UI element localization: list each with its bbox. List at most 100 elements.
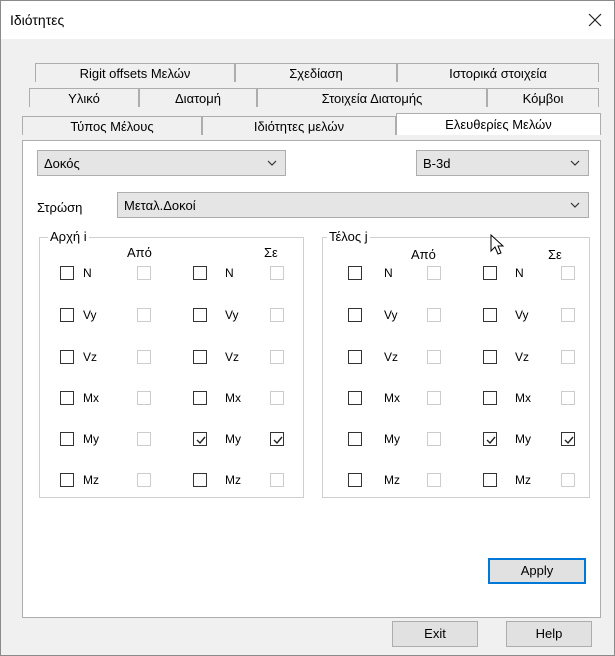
start-from-my-alt-checkbox (137, 432, 151, 446)
end-from-mx-alt-checkbox (427, 391, 441, 405)
end-from-my-label: My (384, 432, 400, 446)
end-to-vz-checkbox[interactable] (483, 350, 497, 364)
start-from-my-label: My (83, 432, 99, 446)
start-group-title: Αρχή i (48, 229, 89, 244)
tab-row-2: Υλικό Διατομή Στοιχεία Διατομής Κόμβοι (29, 88, 599, 107)
end-to-vz-alt-checkbox (561, 350, 575, 364)
layer-select[interactable]: Μεταλ.Δοκοί (117, 192, 589, 218)
title-bar: Ιδιότητες (1, 1, 614, 39)
start-to-my-checkbox[interactable] (193, 432, 207, 446)
end-from-n-alt-checkbox (427, 266, 441, 280)
start-from-mx-checkbox[interactable] (60, 391, 74, 405)
apply-button[interactable]: Apply (488, 558, 586, 584)
start-to-vy-alt-checkbox (270, 308, 284, 322)
start-from-vz-label: Vz (83, 350, 98, 364)
end-to-vy-checkbox[interactable] (483, 308, 497, 322)
end-from-vy-checkbox[interactable] (348, 308, 362, 322)
tab-nodes[interactable]: Κόμβοι (487, 88, 599, 107)
end-to-label: Σε (548, 247, 562, 262)
start-to-n-alt-checkbox (270, 266, 284, 280)
end-from-mz-checkbox[interactable] (348, 473, 362, 487)
end-to-my-label: My (515, 432, 531, 446)
properties-dialog: Ιδιότητες Rigit offsets Μελών Σχεδίαση Ι… (0, 0, 615, 656)
end-to-n-checkbox[interactable] (483, 266, 497, 280)
start-to-n-label: N (225, 266, 234, 280)
tab-section-data[interactable]: Στοιχεία Διατομής (257, 88, 487, 107)
end-from-my-alt-checkbox (427, 432, 441, 446)
end-to-my-checkbox[interactable] (483, 432, 497, 446)
end-from-vz-label: Vz (384, 350, 399, 364)
end-to-n-label: N (515, 266, 524, 280)
end-from-mz-label: Mz (384, 473, 400, 487)
start-from-vy-label: Vy (83, 308, 97, 322)
releases-panel: Δοκός B-3d Στρώση Μεταλ.Δοκοί Αρχή i Από… (22, 140, 601, 618)
start-from-mz-alt-checkbox (137, 473, 151, 487)
exit-button[interactable]: Exit (392, 621, 478, 647)
member-type-select[interactable]: Δοκός (37, 150, 286, 176)
start-to-n-checkbox[interactable] (193, 266, 207, 280)
section-select[interactable]: B-3d (416, 150, 589, 176)
tab-drawing[interactable]: Σχεδίαση (235, 63, 397, 82)
end-from-vy-label: Vy (384, 308, 398, 322)
end-to-vy-alt-checkbox (561, 308, 575, 322)
start-from-mx-alt-checkbox (137, 391, 151, 405)
start-to-vy-label: Vy (225, 308, 239, 322)
start-to-mx-checkbox[interactable] (193, 391, 207, 405)
start-to-my-label: My (225, 432, 241, 446)
end-from-n-checkbox[interactable] (348, 266, 362, 280)
tab-section[interactable]: Διατομή (139, 88, 257, 107)
start-to-vz-alt-checkbox (270, 350, 284, 364)
chevron-down-icon (267, 160, 277, 166)
start-to-mx-alt-checkbox (270, 391, 284, 405)
tab-row-1: Rigit offsets Μελών Σχεδίαση Ιστορικά στ… (35, 63, 599, 82)
start-from-n-checkbox[interactable] (60, 266, 74, 280)
start-to-mz-checkbox[interactable] (193, 473, 207, 487)
start-node-group: Αρχή i Από Σε (39, 229, 304, 498)
tab-material[interactable]: Υλικό (29, 88, 139, 107)
tab-member-properties[interactable]: Ιδιότητες μελών (202, 116, 396, 135)
end-group-title: Τέλος j (327, 229, 370, 244)
tab-history[interactable]: Ιστορικά στοιχεία (397, 63, 599, 82)
end-from-mz-alt-checkbox (427, 473, 441, 487)
tab-member-type[interactable]: Τύπος Μέλους (22, 116, 202, 135)
chevron-down-icon (570, 160, 580, 166)
end-from-mx-label: Mx (384, 391, 400, 405)
start-from-mx-label: Mx (83, 391, 99, 405)
end-to-vz-label: Vz (515, 350, 530, 364)
end-to-mz-label: Mz (515, 473, 531, 487)
start-from-vy-checkbox[interactable] (60, 308, 74, 322)
end-from-mx-checkbox[interactable] (348, 391, 362, 405)
start-from-vz-alt-checkbox (137, 350, 151, 364)
start-from-my-checkbox[interactable] (60, 432, 74, 446)
tab-rigid-offsets[interactable]: Rigit offsets Μελών (35, 63, 235, 82)
help-button[interactable]: Help (506, 621, 592, 647)
start-from-mz-checkbox[interactable] (60, 473, 74, 487)
close-icon[interactable] (582, 7, 608, 33)
start-to-vz-checkbox[interactable] (193, 350, 207, 364)
end-to-n-alt-checkbox (561, 266, 575, 280)
end-to-mz-alt-checkbox (561, 473, 575, 487)
start-from-mz-label: Mz (83, 473, 99, 487)
mouse-cursor-icon (490, 234, 505, 255)
start-from-n-alt-checkbox (137, 266, 151, 280)
tab-member-releases[interactable]: Ελευθερίες Μελών (396, 113, 601, 135)
end-to-vy-label: Vy (515, 308, 529, 322)
end-to-mx-alt-checkbox (561, 391, 575, 405)
start-from-label: Από (127, 245, 152, 260)
end-from-vz-checkbox[interactable] (348, 350, 362, 364)
start-from-vy-alt-checkbox (137, 308, 151, 322)
start-to-vy-checkbox[interactable] (193, 308, 207, 322)
end-to-mx-checkbox[interactable] (483, 391, 497, 405)
end-from-my-checkbox[interactable] (348, 432, 362, 446)
section-value: B-3d (423, 156, 451, 171)
end-to-mz-checkbox[interactable] (483, 473, 497, 487)
end-to-my-alt-checkbox[interactable] (561, 432, 575, 446)
start-to-my-alt-checkbox[interactable] (270, 432, 284, 446)
tab-row-3: Τύπος Μέλους Ιδιότητες μελών Ελευθερίες … (22, 113, 601, 135)
start-to-mz-label: Mz (225, 473, 241, 487)
start-to-mz-alt-checkbox (270, 473, 284, 487)
start-from-vz-checkbox[interactable] (60, 350, 74, 364)
chevron-down-icon (570, 202, 580, 208)
layer-value: Μεταλ.Δοκοί (124, 198, 196, 213)
end-from-n-label: N (384, 266, 393, 280)
